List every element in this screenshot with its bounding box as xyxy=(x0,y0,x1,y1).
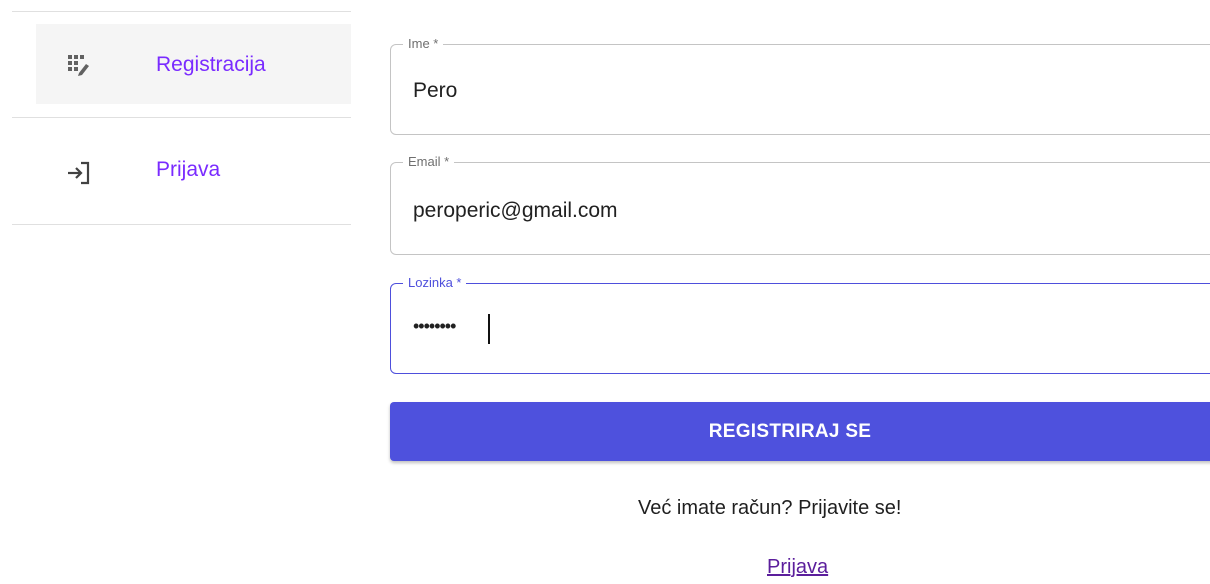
sidebar-item-prijava[interactable]: Prijava xyxy=(36,130,351,210)
sidebar-item-label: Registracija xyxy=(156,53,266,76)
password-field[interactable]: Lozinka * •••••••• xyxy=(390,275,1210,374)
text-cursor xyxy=(488,314,490,344)
email-field[interactable]: Email * peroperic@gmail.com xyxy=(390,154,1210,255)
login-link[interactable]: Prijava xyxy=(767,556,828,579)
sidebar-item-registracija[interactable]: Registracija xyxy=(36,24,351,104)
dialpad-edit-icon xyxy=(66,52,92,78)
login-prompt: Već imate račun? Prijavite se! xyxy=(638,497,902,519)
sidebar-divider-top xyxy=(12,11,351,12)
email-field-label: Email * xyxy=(403,154,455,170)
email-input[interactable]: peroperic@gmail.com xyxy=(413,199,618,223)
login-icon xyxy=(66,160,92,186)
name-field-label: Ime * xyxy=(403,36,444,52)
sidebar-divider xyxy=(12,117,351,118)
sidebar-divider-bottom xyxy=(12,224,351,225)
name-field[interactable]: Ime * Pero xyxy=(390,36,1210,135)
sidebar-item-label: Prijava xyxy=(156,158,221,181)
password-field-label: Lozinka * xyxy=(403,275,467,291)
name-input[interactable]: Pero xyxy=(413,79,457,103)
password-input[interactable]: •••••••• xyxy=(413,316,456,337)
register-button[interactable]: REGISTRIRAJ SE xyxy=(390,402,1210,461)
